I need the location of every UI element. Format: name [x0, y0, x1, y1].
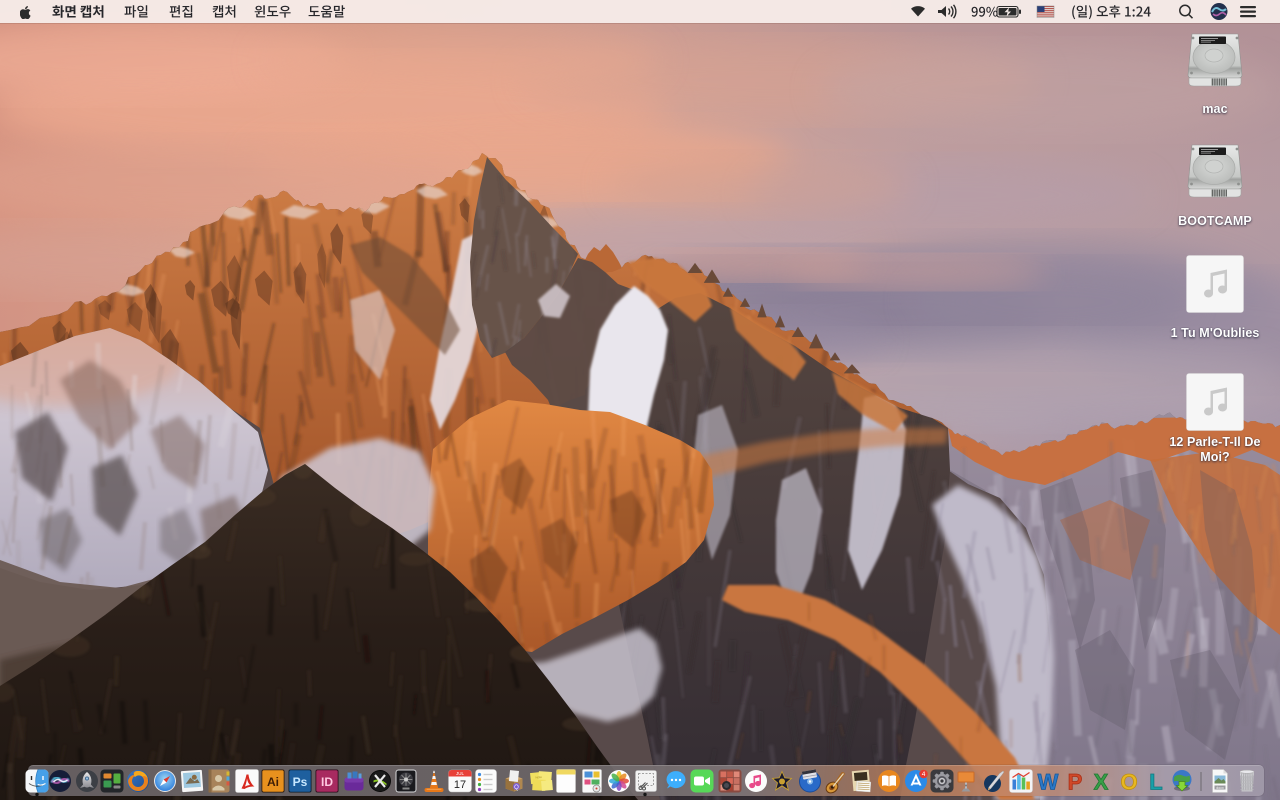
svg-text:X: X: [1094, 770, 1109, 795]
svg-text:17: 17: [454, 779, 466, 791]
svg-text:4: 4: [922, 771, 926, 778]
svg-text:docx: docx: [1216, 786, 1224, 790]
svg-text:W: W: [1038, 770, 1059, 795]
svg-text:Ai: Ai: [267, 775, 279, 789]
svg-text:L: L: [1149, 770, 1162, 795]
svg-text:Q: Q: [514, 785, 519, 791]
svg-text:ID: ID: [321, 775, 333, 789]
svg-text:JUL: JUL: [456, 771, 464, 776]
svg-text:Ps: Ps: [293, 775, 308, 789]
svg-text:O: O: [1120, 770, 1137, 795]
svg-text:Note: Note: [535, 775, 542, 780]
svg-text:P: P: [1068, 770, 1083, 795]
